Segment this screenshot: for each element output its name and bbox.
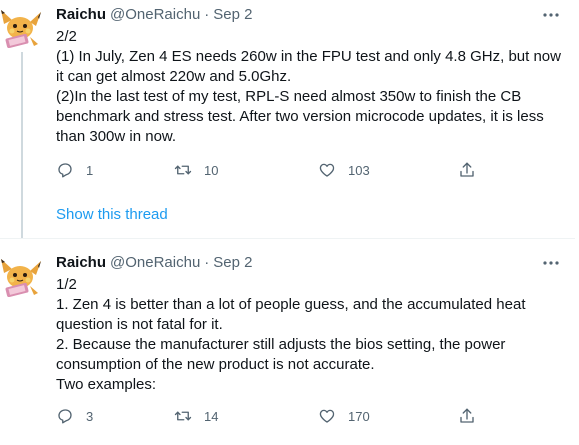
heart-icon [319,409,335,423]
heart-icon [319,163,335,177]
tweet-text-line: (2)In the last test of my test, RPL-S ne… [56,88,522,105]
tweet-text-line: Two examples: [56,376,157,393]
author-name[interactable]: Raichu [56,254,106,271]
more-horizontal-icon [543,13,559,17]
timeline-feed: Raichu @OneRaichu · Sep 2 2/2 (1) In July, … [0,0,579,444]
like-count: 170 [348,408,370,424]
raichu-avatar-icon [0,253,44,297]
tweet-text-line: question is not fatal for it. [56,316,223,333]
scrollbar[interactable] [575,0,579,444]
tweet-date[interactable]: Sep 2 [213,6,252,23]
tweet[interactable]: Raichu @OneRaichu · Sep 2 2/2 (1) In July, … [0,0,579,238]
tweet-text-line: than 300w in now. [56,128,177,145]
share-icon [460,162,474,177]
tweet-text-line: 1. Zen 4 is better than a lot of people … [56,296,526,313]
retweet-button[interactable]: 14 [174,405,218,427]
tweet[interactable]: Raichu @OneRaichu · Sep 2 1/2 1. Zen 4 is b… [0,238,579,445]
retweet-icon [174,411,192,421]
more-options-button[interactable] [540,5,562,25]
tweet-actions: 1 10 103 [56,159,556,181]
reply-button[interactable]: 1 [56,159,93,181]
tweet-text-line: (1) In July, Zen 4 ES needs 260w in the … [56,48,561,65]
tweet-text-line: 2. Because the manufacturer still adjust… [56,336,506,353]
retweet-count: 10 [204,162,219,178]
separator: · [204,254,210,271]
tweet-text: 1/2 1. Zen 4 is better than a lot of peo… [56,275,556,395]
thread-connector-line [21,52,23,238]
reply-icon [58,163,72,178]
avatar[interactable] [0,253,44,297]
tweet-text-line: consumption of the new product is not ac… [56,356,375,373]
tweet-text-line: 1/2 [56,276,77,293]
tweet-header: Raichu @OneRaichu · Sep 2 [56,5,253,25]
retweet-button[interactable]: 10 [174,159,218,181]
author-handle[interactable]: @OneRaichu [110,6,200,23]
separator: · [204,6,210,23]
share-button[interactable] [458,405,476,427]
tweet-header: Raichu @OneRaichu · Sep 2 [56,253,253,273]
share-icon [460,408,474,423]
retweet-count: 14 [204,408,219,424]
tweet-text-line: it can get almost 220w and 5.0Ghz. [56,68,292,85]
tweet-date[interactable]: Sep 2 [213,254,252,271]
author-name[interactable]: Raichu [56,6,106,23]
reply-icon [58,409,72,424]
reply-button[interactable]: 3 [56,405,93,427]
share-button[interactable] [458,159,476,181]
reply-count: 1 [86,162,94,178]
raichu-avatar-icon [0,4,44,48]
author-handle[interactable]: @OneRaichu [110,254,200,271]
like-count: 103 [348,162,370,178]
retweet-icon [174,165,192,175]
like-button[interactable]: 170 [318,405,370,427]
avatar[interactable] [0,4,44,48]
tweet-actions: 3 14 170 [56,405,556,427]
more-options-button[interactable] [540,253,562,273]
tweet-text-line: benchmark and stress test. After two ver… [56,108,544,125]
tweet-text: 2/2 (1) In July, Zen 4 ES needs 260w in … [56,27,561,147]
tweet-text-line: 2/2 [56,28,77,45]
like-button[interactable]: 103 [318,159,370,181]
show-thread-link[interactable]: Show this thread [56,205,168,225]
reply-count: 3 [86,408,94,424]
more-horizontal-icon [543,261,559,265]
